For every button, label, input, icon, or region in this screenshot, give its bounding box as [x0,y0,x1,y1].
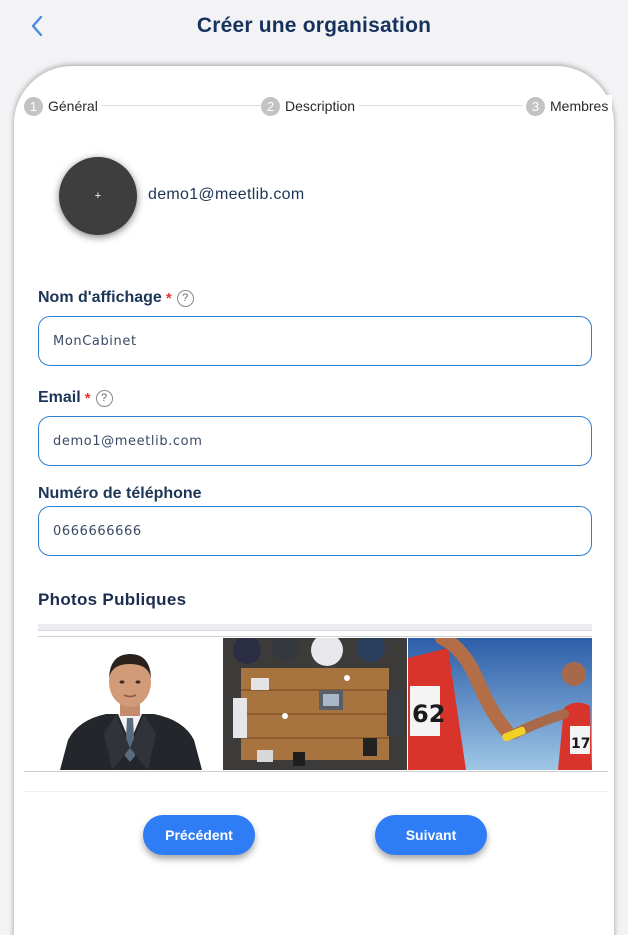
step-connector [94,105,264,106]
relay-race-photo[interactable]: 62 17 [408,638,592,770]
divider [38,636,592,637]
top-bar: Créer une organisation [0,0,628,56]
step-label: Général [48,98,98,114]
user-email: demo1@meetlib.com [148,186,305,203]
step-number: 2 [261,96,280,116]
meeting-table-photo[interactable] [223,638,407,770]
required-marker: * [84,389,91,407]
step-label: Description [285,98,356,114]
help-icon[interactable]: ? [176,289,194,307]
display-name-label-text: Nom d'affichage [38,289,162,306]
phone-input[interactable] [38,506,592,556]
help-icon[interactable]: ? [95,389,113,407]
svg-text:17: 17 [571,736,590,752]
previous-button[interactable]: Précédent [143,815,255,855]
step-number: 1 [24,96,43,116]
photos-section-title: Photos Publiques [38,590,187,609]
divider [24,771,608,772]
step-number: 3 [526,96,545,116]
page-title: Créer une organisation [196,14,432,37]
step-membres[interactable]: 3 Membres [522,95,613,117]
photo-upload-bar[interactable] [38,624,592,631]
step-general[interactable]: 1 Général [24,95,102,117]
email-label: Email * ? [38,389,113,407]
divider [24,791,608,792]
display-name-label: Nom d'affichage * ? [38,289,194,307]
step-connector [354,105,526,106]
phone-label: Numéro de téléphone [38,485,202,503]
businessman-photo[interactable] [38,638,222,770]
avatar-upload-button[interactable]: + [59,157,137,235]
email-input[interactable] [38,416,592,466]
display-name-input[interactable] [38,316,592,366]
email-label-text: Email [38,389,81,406]
next-button[interactable]: Suivant [375,815,487,855]
required-marker: * [165,289,172,307]
stepper: 1 Général 2 Description 3 Membres [24,95,613,117]
svg-text:62: 62 [412,700,445,728]
step-description[interactable]: 2 Description [261,95,360,117]
phone-label-text: Numéro de téléphone [38,485,202,502]
plus-icon: + [94,190,102,202]
step-label: Membres [550,98,609,114]
